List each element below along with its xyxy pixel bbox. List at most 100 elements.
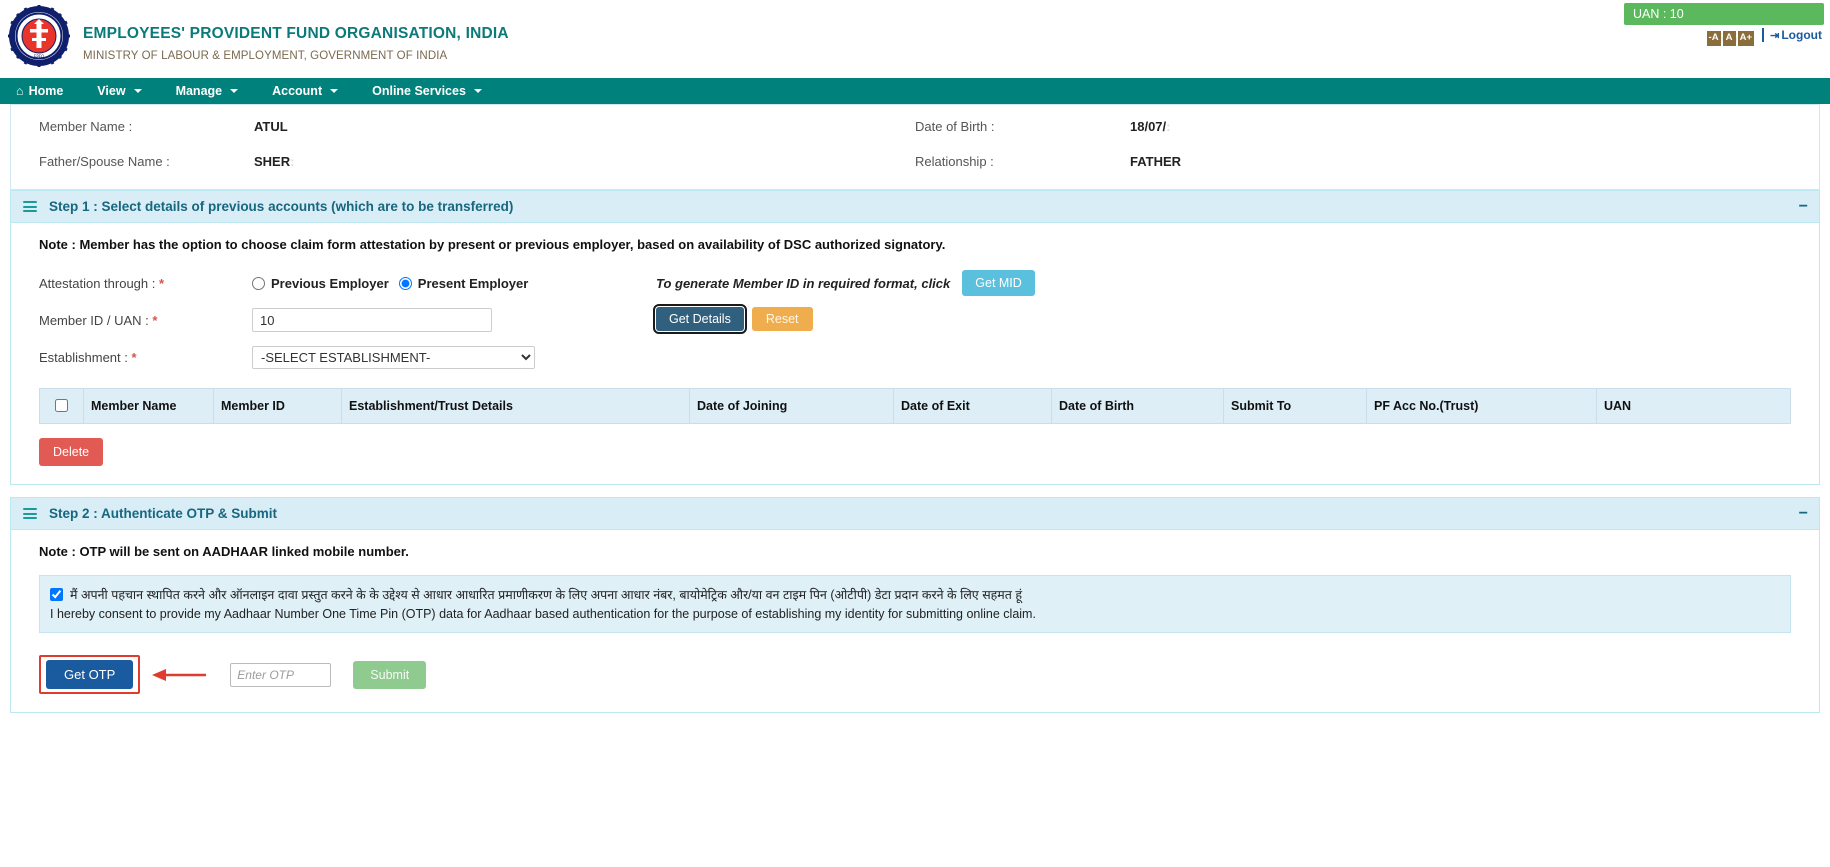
father-spouse-name-cell: Father/Spouse Name : SHER: (39, 154, 915, 169)
father-spouse-name-masked: : (290, 154, 295, 169)
member-info-row: Father/Spouse Name : SHER: Relationship … (39, 154, 1791, 169)
otp-action-row: Get OTP Submit (39, 655, 1791, 695)
step1-header[interactable]: Step 1 : Select details of previous acco… (10, 190, 1820, 223)
font-increase-button[interactable]: A+ (1737, 31, 1754, 46)
member-info-row: Member Name : ATUL Date of Birth : 18/07… (39, 119, 1791, 134)
hamburger-icon[interactable] (23, 506, 37, 522)
radio-label-previous-employer[interactable]: Previous Employer (271, 276, 389, 291)
get-otp-button[interactable]: Get OTP (46, 660, 134, 690)
hamburger-icon[interactable] (23, 199, 37, 215)
col-pf-acc-no-trust: PF Acc No.(Trust) (1366, 388, 1597, 424)
father-spouse-name-label: Father/Spouse Name : (39, 154, 170, 169)
date-of-birth-cell: Date of Birth : 18/07/: (915, 119, 1791, 134)
nav-item-manage[interactable]: Manage (172, 84, 255, 98)
member-id-input[interactable] (252, 308, 492, 332)
col-member-id: Member ID (213, 388, 342, 424)
submit-button-wrapper: Submit (353, 660, 427, 689)
radio-previous-employer[interactable]: Previous Employer (252, 276, 389, 291)
home-icon: ⌂ (16, 84, 24, 98)
father-spouse-name-value: SHER: (254, 154, 295, 169)
select-all-checkbox[interactable] (55, 399, 68, 412)
font-size-controls[interactable]: -A A A+ (1706, 31, 1754, 46)
consent-english-text: I hereby consent to provide my Aadhaar N… (50, 607, 1036, 622)
logout-button[interactable]: ⇥ Logout (1762, 28, 1822, 42)
nav-label-online-services: Online Services (372, 84, 466, 98)
arrow-svg (152, 668, 207, 681)
establishment-label: Establishment : * (39, 349, 137, 365)
nav-item-home[interactable]: ⌂ Home (12, 84, 79, 98)
date-of-birth-value: 18/07/: (1130, 119, 1171, 134)
required-asterisk: * (158, 275, 165, 291)
step1-right-column: To generate Member ID in required format… (653, 270, 1186, 334)
member-info-panel: Member Name : ATUL Date of Birth : 18/07… (10, 104, 1820, 190)
attestation-label: Attestation through : * (39, 275, 165, 291)
nav-item-account[interactable]: Account (268, 84, 354, 98)
nav-item-online-services[interactable]: Online Services (368, 84, 498, 98)
table-select-all-col (39, 388, 84, 424)
reset-button[interactable]: Reset (751, 307, 813, 331)
member-name-cell: Member Name : ATUL (39, 119, 915, 134)
col-member-name: Member Name (83, 388, 214, 424)
aadhaar-consent-box: मैं अपनी पहचान स्थापित करने और ऑनलाइन दा… (39, 575, 1791, 634)
step1-collapse-toggle[interactable]: − (1799, 198, 1808, 214)
step1-form: Attestation through : * Previous Employe… (39, 270, 1791, 370)
nav-item-view[interactable]: View (93, 84, 157, 98)
chevron-down-icon (133, 89, 142, 93)
org-title: EMPLOYEES' PROVIDENT FUND ORGANISATION, … (83, 25, 509, 42)
step2-section: Step 2 : Authenticate OTP & Submit − Not… (10, 497, 1820, 714)
step1-section: Step 1 : Select details of previous acco… (10, 190, 1820, 485)
attestation-radio-group[interactable]: Previous Employer Present Employer (252, 276, 528, 291)
member-id-label: Member ID / UAN : * (39, 312, 158, 328)
logout-label: Logout (1781, 28, 1822, 42)
chevron-down-icon (230, 89, 239, 93)
step1-note: Note : Member has the option to choose c… (39, 237, 946, 252)
main-navigation: ⌂ Home View Manage Account Online Servic… (0, 78, 1830, 104)
generate-mid-text: To generate Member ID in required format… (656, 275, 951, 291)
col-date-of-joining: Date of Joining (689, 388, 894, 424)
radio-label-present-employer[interactable]: Present Employer (418, 276, 529, 291)
consent-checkbox[interactable] (50, 588, 63, 601)
col-submit-to: Submit To (1223, 388, 1367, 424)
logout-arrow-icon: ⇥ (1770, 30, 1780, 42)
previous-accounts-table: Member Name Member ID Establishment/Trus… (39, 388, 1791, 424)
epfo-logo: EPFO (8, 5, 70, 67)
required-asterisk: * (131, 349, 137, 365)
page-bottom-spacer (10, 713, 1820, 731)
nav-label-view: View (97, 84, 126, 98)
step2-note: Note : OTP will be sent on AADHAAR linke… (39, 544, 409, 559)
relationship-value: FATHER (1130, 154, 1182, 169)
nav-label-home: Home (28, 84, 64, 98)
org-subtitle: MINISTRY OF LABOUR & EMPLOYMENT, GOVERNM… (83, 50, 448, 62)
chevron-down-icon (473, 89, 482, 93)
col-date-of-birth: Date of Birth (1051, 388, 1224, 424)
step2-collapse-toggle[interactable]: − (1799, 505, 1808, 521)
establishment-select[interactable]: -SELECT ESTABLISHMENT- (252, 345, 535, 369)
step2-header[interactable]: Step 2 : Authenticate OTP & Submit − (10, 497, 1820, 530)
uan-badge: UAN : 10 (1624, 3, 1824, 25)
step1-title: Step 1 : Select details of previous acco… (49, 199, 514, 214)
font-normal-button[interactable]: A (1722, 31, 1736, 46)
font-decrease-button[interactable]: -A (1706, 31, 1721, 46)
generate-mid-line: To generate Member ID in required format… (656, 270, 1186, 296)
svg-text:EPFO: EPFO (34, 54, 44, 59)
red-arrow-left-icon (140, 666, 218, 684)
step2-body: Note : OTP will be sent on AADHAAR linke… (10, 530, 1820, 714)
page-header: EPFO EMPLOYEES' PROVIDENT FUND ORGANISAT… (0, 0, 1830, 78)
radio-present-employer[interactable]: Present Employer (398, 276, 529, 291)
col-date-of-exit: Date of Exit (893, 388, 1052, 424)
epfo-emblem-icon: EPFO (8, 5, 70, 67)
get-mid-button[interactable]: Get MID (962, 270, 1035, 296)
radio-input-present-employer[interactable] (398, 276, 412, 290)
consent-hindi-line: मैं अपनी पहचान स्थापित करने और ऑनलाइन दा… (50, 586, 1780, 604)
otp-input[interactable] (230, 662, 332, 687)
col-uan: UAN (1596, 388, 1791, 424)
delete-button[interactable]: Delete (39, 438, 104, 466)
delete-button-wrapper: Delete (39, 438, 1791, 466)
member-name-label: Member Name : (39, 119, 133, 134)
step1-action-buttons: Get Details Reset (653, 304, 1186, 334)
date-of-birth-masked: : (1166, 119, 1171, 134)
submit-button[interactable]: Submit (353, 660, 427, 689)
radio-input-previous-employer[interactable] (252, 276, 265, 290)
get-details-button[interactable]: Get Details (653, 304, 747, 334)
step1-body: Note : Member has the option to choose c… (10, 223, 1820, 485)
